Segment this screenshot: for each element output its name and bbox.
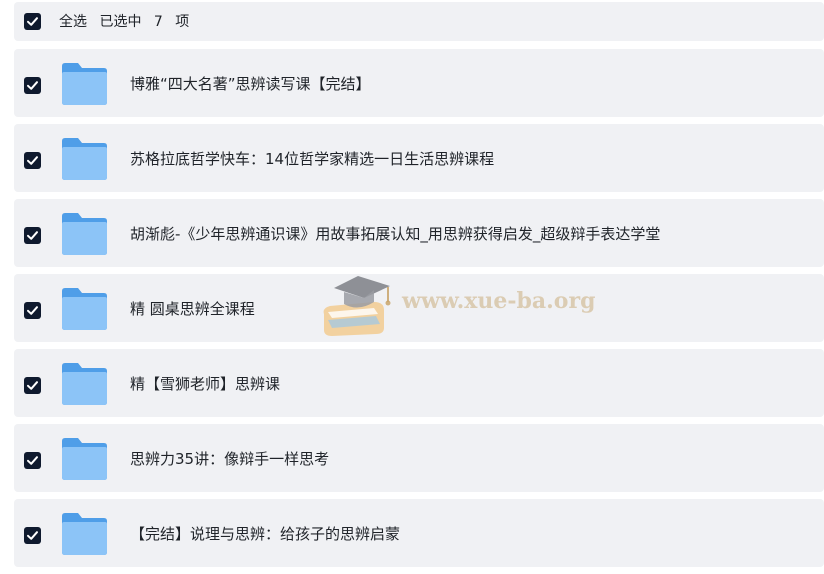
checkmark-icon — [27, 231, 38, 240]
folder-row[interactable]: 精【雪狮老师】思辨课 — [14, 349, 824, 417]
checkmark-icon — [27, 531, 38, 540]
folder-list: 博雅“四大名著”思辨读写课【完结】 苏格拉底哲学快车：14位哲学家精选一日生活思… — [14, 49, 824, 574]
folder-checkbox[interactable] — [24, 377, 41, 394]
folder-icon — [61, 437, 108, 481]
folder-checkbox[interactable] — [24, 152, 41, 169]
folder-icon — [61, 362, 108, 406]
folder-row[interactable]: 思辨力35讲：像辩手一样思考 — [14, 424, 824, 492]
folder-row[interactable]: 【完结】说理与思辨：给孩子的思辨启蒙 — [14, 499, 824, 567]
select-all-label[interactable]: 全选 — [59, 14, 87, 30]
folder-checkbox[interactable] — [24, 452, 41, 469]
folder-name[interactable]: 博雅“四大名著”思辨读写课【完结】 — [130, 74, 371, 94]
select-all-checkbox[interactable] — [24, 13, 41, 30]
folder-icon — [61, 287, 108, 331]
folder-row[interactable]: 胡渐彪-《少年思辨通识课》用故事拓展认知_用思辨获得启发_超级辩手表达学堂 — [14, 199, 824, 267]
folder-icon — [61, 62, 108, 106]
folder-name[interactable]: 【完结】说理与思辨：给孩子的思辨启蒙 — [130, 524, 400, 544]
selected-prefix: 已选中 — [99, 14, 142, 30]
selection-summary: 全选 已选中 7 项 — [59, 13, 197, 31]
folder-checkbox[interactable] — [24, 527, 41, 544]
folder-checkbox[interactable] — [24, 227, 41, 244]
folder-checkbox[interactable] — [24, 302, 41, 319]
checkmark-icon — [27, 381, 38, 390]
checkmark-icon — [27, 156, 38, 165]
folder-name[interactable]: 精【雪狮老师】思辨课 — [130, 374, 280, 394]
folder-row[interactable]: 苏格拉底哲学快车：14位哲学家精选一日生活思辨课程 — [14, 124, 824, 192]
folder-name[interactable]: 苏格拉底哲学快车：14位哲学家精选一日生活思辨课程 — [130, 149, 494, 169]
selected-suffix: 项 — [175, 14, 190, 30]
checkmark-icon — [27, 81, 38, 90]
checkmark-icon — [27, 306, 38, 315]
folder-row[interactable]: 博雅“四大名著”思辨读写课【完结】 — [14, 49, 824, 117]
folder-name[interactable]: 精 圆桌思辨全课程 — [130, 299, 255, 319]
folder-icon — [61, 212, 108, 256]
folder-name[interactable]: 思辨力35讲：像辩手一样思考 — [130, 449, 329, 469]
checkmark-icon — [27, 456, 38, 465]
checkmark-icon — [27, 17, 38, 26]
selected-count: 7 — [153, 14, 163, 30]
folder-icon — [61, 137, 108, 181]
folder-checkbox[interactable] — [24, 77, 41, 94]
folder-name[interactable]: 胡渐彪-《少年思辨通识课》用故事拓展认知_用思辨获得启发_超级辩手表达学堂 — [130, 224, 660, 244]
select-all-bar: 全选 已选中 7 项 — [14, 2, 824, 41]
folder-icon — [61, 512, 108, 556]
folder-row[interactable]: 精 圆桌思辨全课程 — [14, 274, 824, 342]
